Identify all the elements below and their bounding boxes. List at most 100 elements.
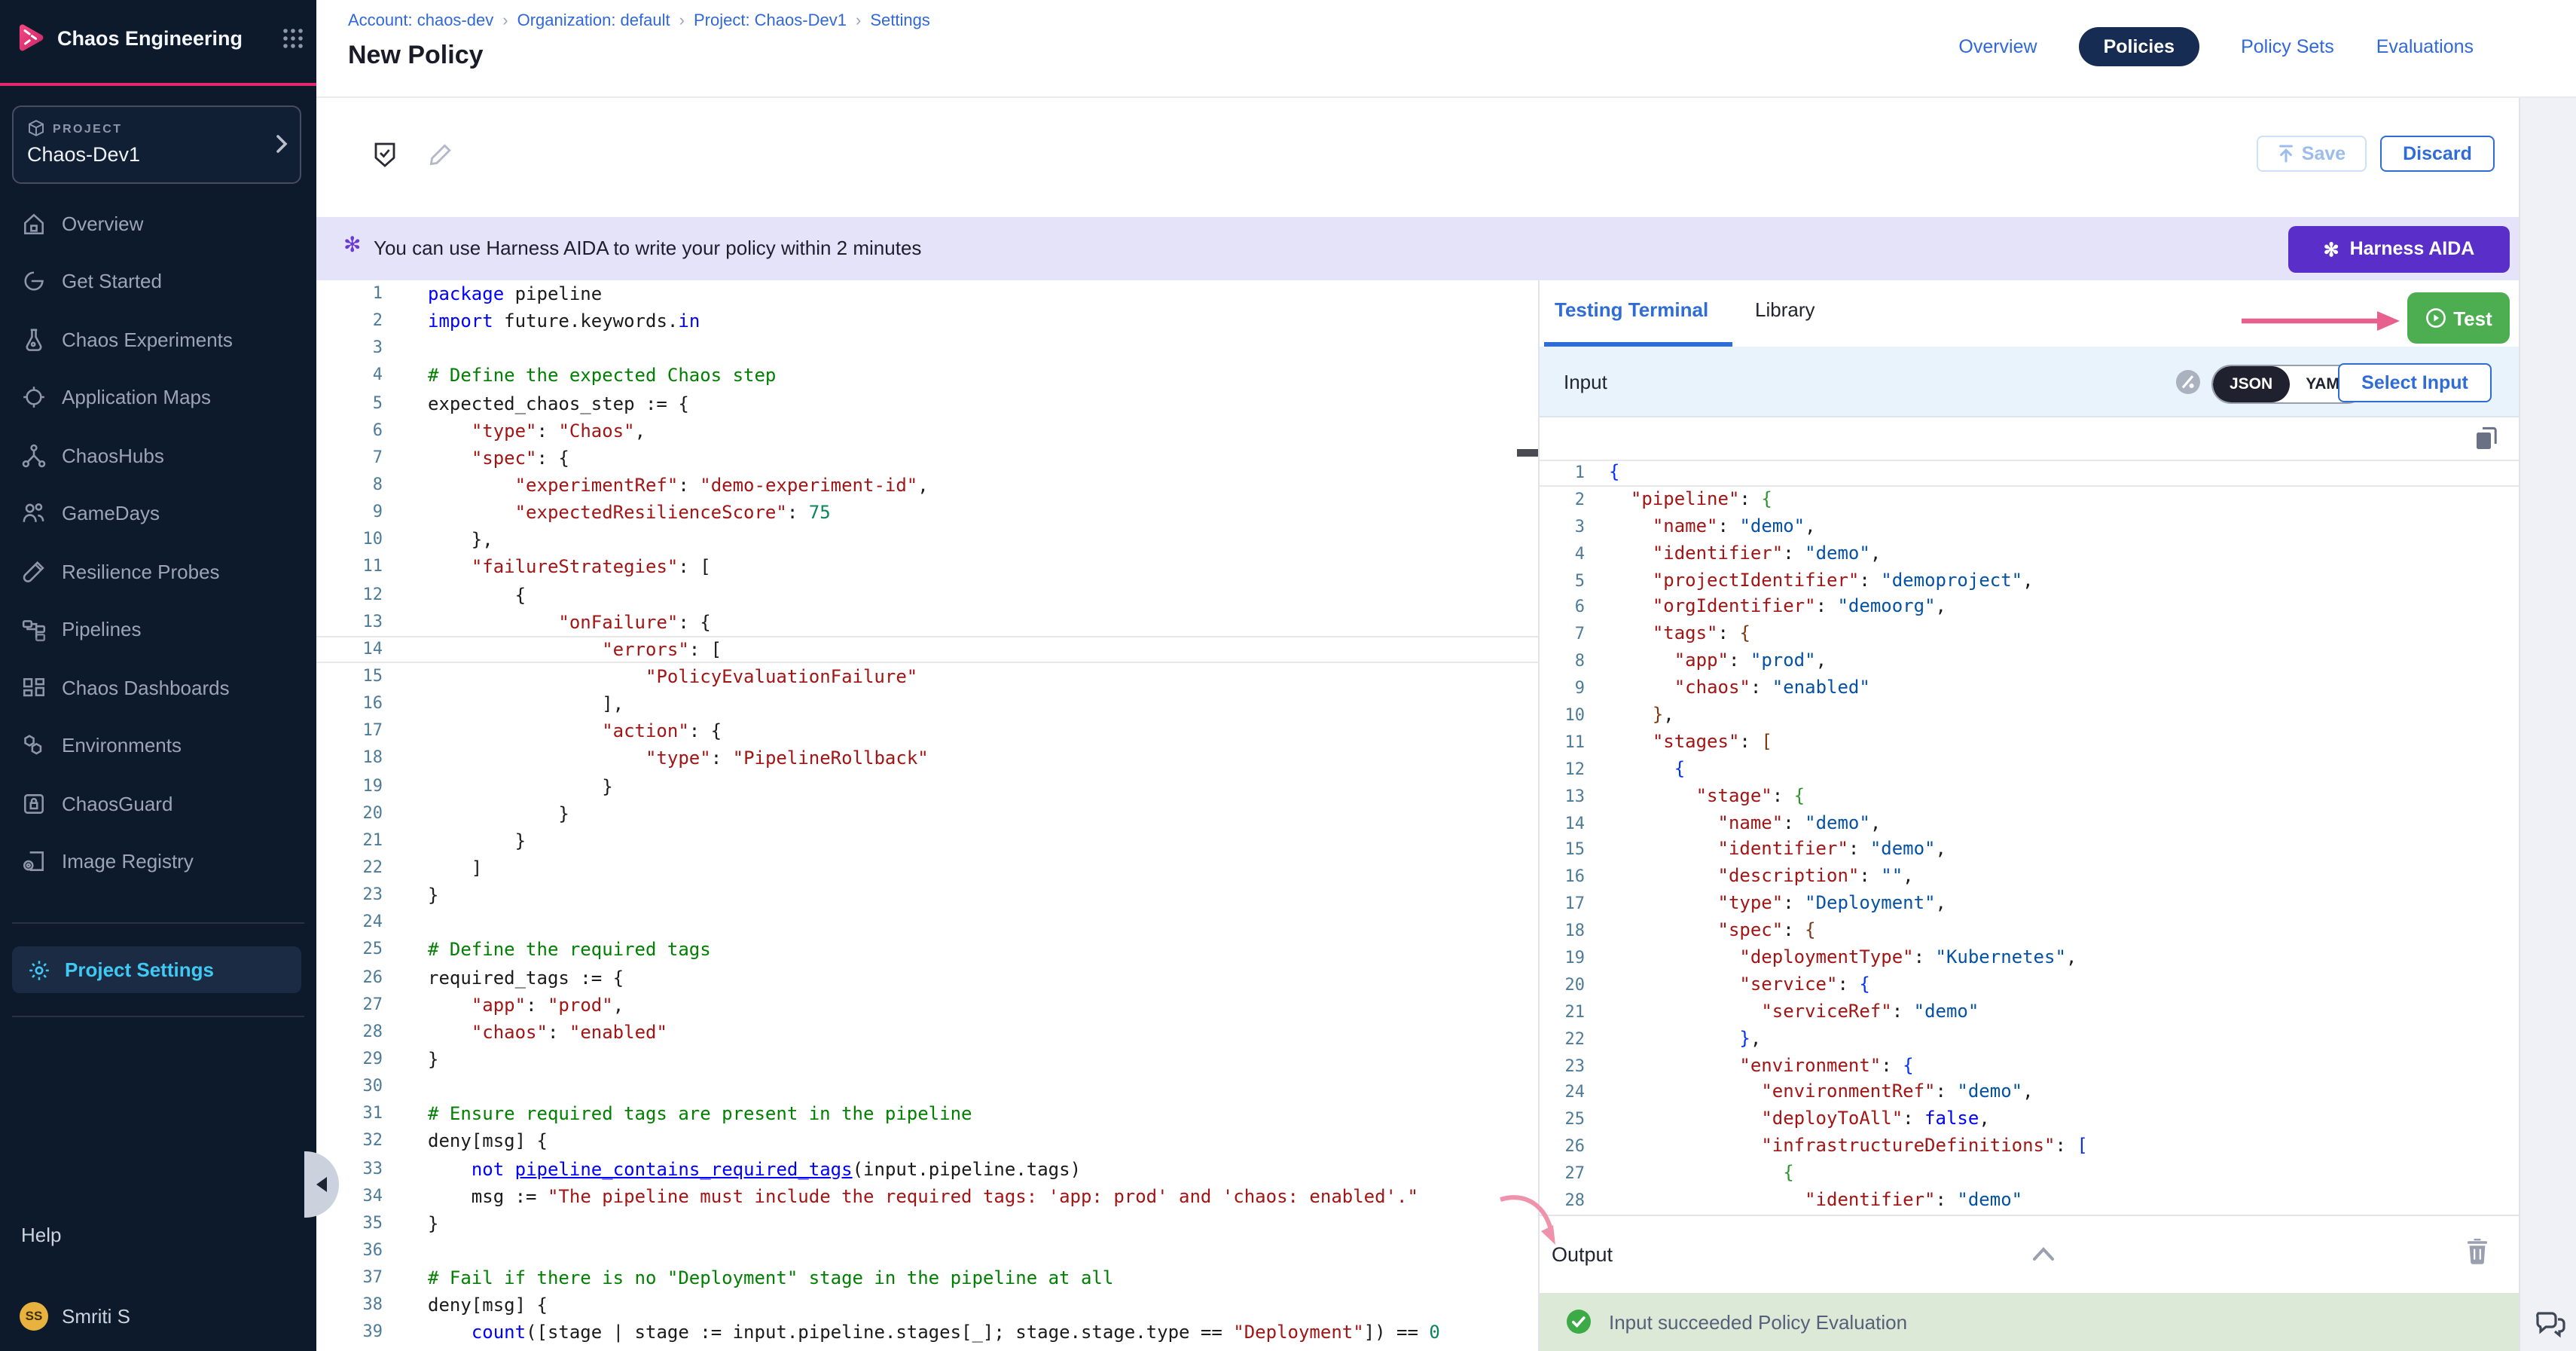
code-line[interactable]: 31# Ensure required tags are present in …: [316, 1100, 1538, 1127]
sidebar-item-image-registry[interactable]: Image Registry: [0, 833, 316, 891]
code-line[interactable]: 11 "failureStrategies": [: [316, 554, 1538, 581]
code-line[interactable]: 10 },: [1540, 702, 2519, 729]
code-line[interactable]: 4 "identifier": "demo",: [1540, 540, 2519, 567]
code-line[interactable]: 6 "type": "Chaos",: [316, 417, 1538, 444]
copy-icon[interactable]: [2475, 426, 2498, 450]
tab-library[interactable]: Library: [1755, 298, 1815, 321]
code-line[interactable]: 9 "chaos": "enabled": [1540, 675, 2519, 702]
sidebar-item-gamedays[interactable]: GameDays: [0, 484, 316, 543]
code-line[interactable]: 18 "type": "PipelineRollback": [316, 745, 1538, 772]
trash-icon[interactable]: [2466, 1238, 2489, 1264]
sidebar-item-get-started[interactable]: Get Started: [0, 252, 316, 310]
test-button[interactable]: Test: [2407, 292, 2510, 344]
code-line[interactable]: 33 not pipeline_contains_required_tags(i…: [316, 1155, 1538, 1182]
code-line[interactable]: 38deny[msg] {: [316, 1291, 1538, 1319]
code-line[interactable]: 5expected_chaos_step := {: [316, 390, 1538, 417]
discard-button[interactable]: Discard: [2380, 136, 2495, 172]
code-line[interactable]: 2 "pipeline": {: [1540, 487, 2519, 514]
code-line[interactable]: 16 ],: [316, 690, 1538, 717]
project-selector[interactable]: PROJECT Chaos-Dev1: [12, 105, 301, 184]
code-line[interactable]: 24 "environmentRef": "demo",: [1540, 1080, 2519, 1107]
code-line[interactable]: 34 msg := "The pipeline must include the…: [316, 1182, 1538, 1209]
code-line[interactable]: 17 "action": {: [316, 718, 1538, 745]
sidebar-item-chaoshubs[interactable]: ChaosHubs: [0, 426, 316, 484]
code-line[interactable]: 22 ]: [316, 854, 1538, 882]
select-input-button[interactable]: Select Input: [2338, 362, 2492, 402]
code-line[interactable]: 8 "app": "prod",: [1540, 648, 2519, 675]
code-line[interactable]: 35}: [316, 1210, 1538, 1237]
code-line[interactable]: 1{: [1540, 460, 2519, 487]
code-line[interactable]: 13 "stage": {: [1540, 783, 2519, 810]
code-line[interactable]: 17 "type": "Deployment",: [1540, 891, 2519, 918]
code-line[interactable]: 39 count([stage | stage := input.pipelin…: [316, 1319, 1538, 1346]
policy-code-editor[interactable]: 1package pipeline2import future.keywords…: [316, 280, 1540, 1351]
code-line[interactable]: 26required_tags := {: [316, 964, 1538, 991]
code-line[interactable]: 14 "errors": [: [316, 636, 1538, 663]
code-line[interactable]: 4# Define the expected Chaos step: [316, 362, 1538, 390]
sidebar-item-chaosguard[interactable]: ChaosGuard: [0, 775, 316, 833]
save-button[interactable]: Save: [2257, 136, 2367, 172]
code-line[interactable]: 16 "description": "",: [1540, 864, 2519, 891]
code-line[interactable]: 14 "name": "demo",: [1540, 810, 2519, 837]
tab-evaluations[interactable]: Evaluations: [2376, 36, 2474, 57]
sidebar-item-resilience-probes[interactable]: Resilience Probes: [0, 543, 316, 601]
toggle-json[interactable]: JSON: [2213, 365, 2289, 402]
code-line[interactable]: 11 "stages": [: [1540, 729, 2519, 756]
code-line[interactable]: 28 "chaos": "enabled": [316, 1019, 1538, 1046]
code-line[interactable]: 21 }: [316, 827, 1538, 854]
code-line[interactable]: 19 "deploymentType": "Kubernetes",: [1540, 945, 2519, 972]
code-line[interactable]: 7 "spec": {: [316, 445, 1538, 472]
code-line[interactable]: 24: [316, 909, 1538, 936]
code-line[interactable]: 12 {: [316, 581, 1538, 608]
breadcrumb-project[interactable]: Project: Chaos-Dev1: [694, 12, 847, 30]
code-line[interactable]: 23}: [316, 882, 1538, 909]
chevron-up-icon[interactable]: [2032, 1246, 2055, 1261]
sidebar-item-application-maps[interactable]: Application Maps: [0, 368, 316, 426]
code-line[interactable]: 20 }: [316, 799, 1538, 827]
sidebar-item-user[interactable]: SS Smriti S: [0, 1293, 316, 1338]
code-line[interactable]: 3 "name": "demo",: [1540, 514, 2519, 541]
code-line[interactable]: 21 "serviceRef": "demo": [1540, 999, 2519, 1026]
harness-aida-button[interactable]: ✻ Harness AIDA: [2288, 225, 2510, 272]
code-line[interactable]: 25# Define the required tags: [316, 937, 1538, 964]
sidebar-item-environments[interactable]: Environments: [0, 717, 316, 775]
code-line[interactable]: 25 "deployToAll": false,: [1540, 1107, 2519, 1134]
code-line[interactable]: 15 "PolicyEvaluationFailure": [316, 663, 1538, 690]
sidebar-item-chaos-experiments[interactable]: Chaos Experiments: [0, 310, 316, 368]
code-line[interactable]: 23 "environment": {: [1540, 1053, 2519, 1080]
code-line[interactable]: 37# Fail if there is no "Deployment" sta…: [316, 1264, 1538, 1291]
tab-policy-sets[interactable]: Policy Sets: [2241, 36, 2334, 57]
code-line[interactable]: 5 "projectIdentifier": "demoproject",: [1540, 567, 2519, 595]
code-line[interactable]: 20 "service": {: [1540, 972, 2519, 999]
breadcrumb-organization[interactable]: Organization: default: [517, 12, 670, 30]
code-line[interactable]: 26 "infrastructureDefinitions": [: [1540, 1134, 2519, 1161]
code-line[interactable]: 32deny[msg] {: [316, 1128, 1538, 1155]
code-line[interactable]: 7 "tags": {: [1540, 622, 2519, 649]
code-line[interactable]: 10 },: [316, 527, 1538, 554]
code-line[interactable]: 30: [316, 1073, 1538, 1100]
code-line[interactable]: 36: [316, 1237, 1538, 1264]
sidebar-item-help[interactable]: ? Help: [0, 1212, 316, 1257]
code-line[interactable]: 15 "identifier": "demo",: [1540, 837, 2519, 864]
tab-policies[interactable]: Policies: [2080, 27, 2199, 66]
code-line[interactable]: 8 "experimentRef": "demo-experiment-id",: [316, 472, 1538, 499]
code-line[interactable]: 27 {: [1540, 1160, 2519, 1187]
support-chat-icon[interactable]: [2532, 1305, 2568, 1341]
code-line[interactable]: 6 "orgIdentifier": "demoorg",: [1540, 595, 2519, 622]
code-line[interactable]: 28 "identifier": "demo": [1540, 1187, 2519, 1215]
code-line[interactable]: 3: [316, 335, 1538, 362]
code-line[interactable]: 19 }: [316, 772, 1538, 799]
code-line[interactable]: 27 "app": "prod",: [316, 991, 1538, 1018]
sidebar-item-project-settings[interactable]: Project Settings: [12, 946, 301, 993]
code-line[interactable]: 9 "expectedResilienceScore": 75: [316, 499, 1538, 526]
input-json-editor[interactable]: 1{2 "pipeline": {3 "name": "demo",4 "ide…: [1540, 460, 2519, 1215]
shield-check-icon[interactable]: [372, 142, 398, 169]
breadcrumb-account[interactable]: Account: chaos-dev: [348, 12, 493, 30]
code-line[interactable]: 18 "spec": {: [1540, 918, 2519, 945]
sidebar-item-overview[interactable]: Overview: [0, 194, 316, 252]
tab-testing-terminal[interactable]: Testing Terminal: [1555, 298, 1708, 321]
code-line[interactable]: 12 {: [1540, 756, 2519, 784]
code-line[interactable]: 29}: [316, 1046, 1538, 1073]
breadcrumb-settings[interactable]: Settings: [870, 12, 930, 30]
sidebar-item-pipelines[interactable]: Pipelines: [0, 601, 316, 659]
